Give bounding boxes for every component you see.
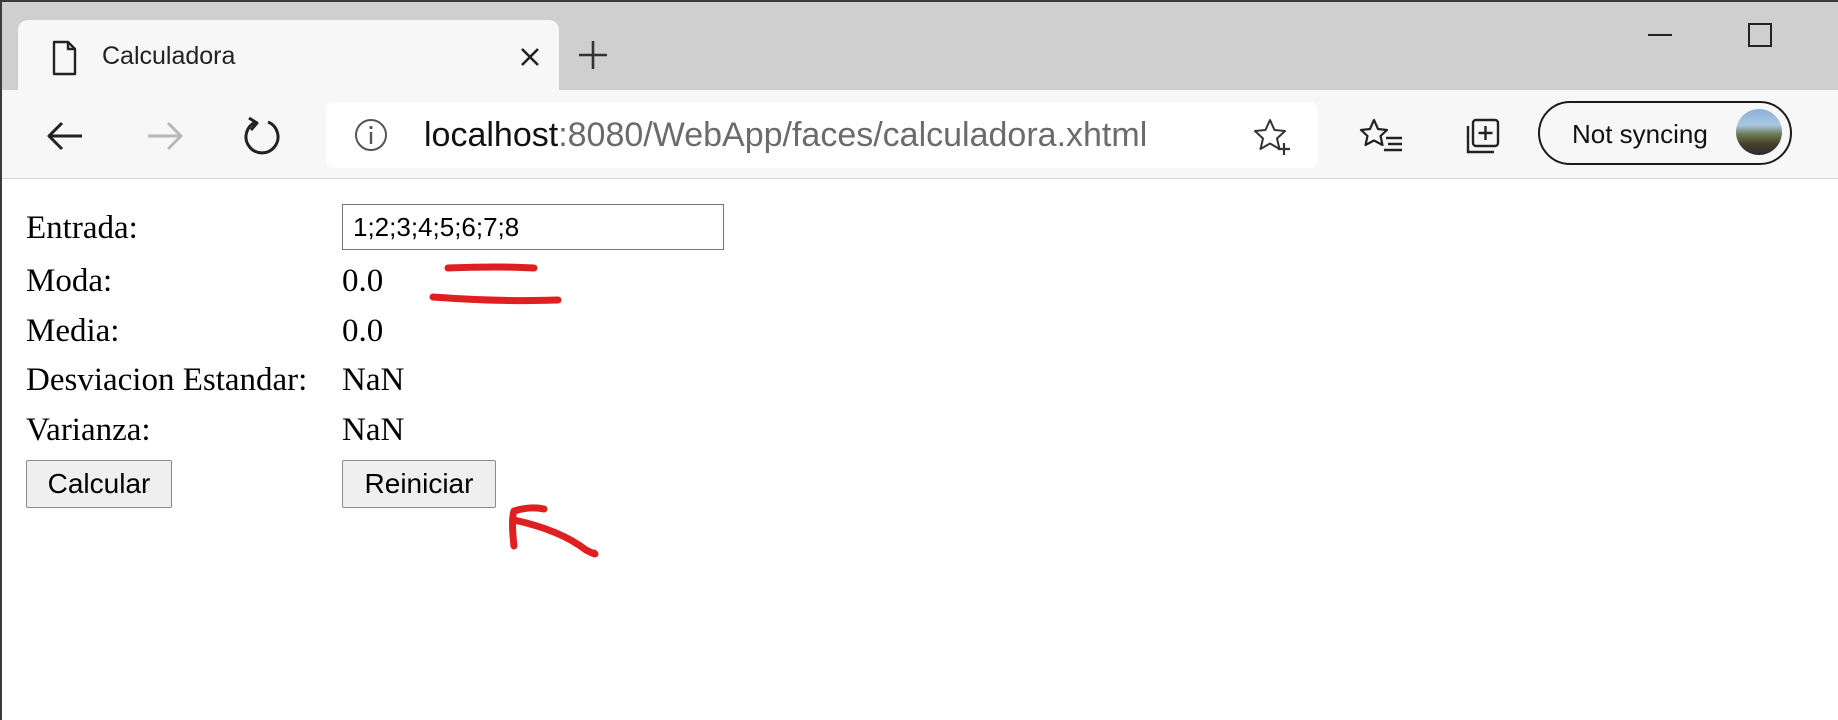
favorites-icon[interactable] bbox=[1358, 112, 1406, 160]
sync-label: Not syncing bbox=[1572, 119, 1708, 149]
url-text[interactable]: localhost:8080/WebApp/faces/calculadora.… bbox=[424, 116, 1147, 154]
calcular-button[interactable]: Calcular bbox=[26, 460, 172, 508]
browser-toolbar: localhost:8080/WebApp/faces/calculadora.… bbox=[0, 90, 1838, 179]
page-content: Entrada: 1;2;3;4;5;6;7;8 Moda: 0.0 Media… bbox=[0, 179, 1838, 720]
desviacion-label: Desviacion Estandar: bbox=[26, 362, 308, 398]
tab-title: Calculadora bbox=[102, 42, 236, 70]
url-host: localhost bbox=[424, 116, 559, 154]
page-icon bbox=[52, 40, 77, 76]
media-value: 0.0 bbox=[342, 313, 384, 349]
entrada-label: Entrada: bbox=[26, 210, 138, 246]
reiniciar-button[interactable]: Reiniciar bbox=[342, 460, 496, 508]
browser-tab[interactable]: Calculadora bbox=[18, 20, 559, 90]
info-icon[interactable] bbox=[354, 118, 388, 152]
avatar bbox=[1736, 109, 1782, 155]
back-arrow-icon[interactable] bbox=[42, 112, 90, 160]
minimize-icon[interactable] bbox=[1640, 18, 1680, 52]
varianza-value: NaN bbox=[342, 412, 405, 448]
add-favorite-icon[interactable] bbox=[1252, 116, 1292, 156]
tab-strip: Calculadora bbox=[0, 0, 1838, 90]
forward-arrow-icon[interactable] bbox=[140, 112, 188, 160]
address-bar[interactable]: localhost:8080/WebApp/faces/calculadora.… bbox=[326, 102, 1318, 168]
collections-icon[interactable] bbox=[1458, 112, 1506, 160]
maximize-icon[interactable] bbox=[1740, 18, 1780, 52]
profile-sync-button[interactable]: Not syncing bbox=[1538, 101, 1792, 165]
moda-label: Moda: bbox=[26, 263, 113, 299]
window-border-top bbox=[0, 0, 1838, 2]
window-border bbox=[0, 0, 2, 720]
entrada-input[interactable]: 1;2;3;4;5;6;7;8 bbox=[342, 204, 724, 250]
refresh-icon[interactable] bbox=[238, 112, 286, 160]
plus-icon[interactable] bbox=[576, 38, 610, 72]
media-label: Media: bbox=[26, 313, 120, 349]
varianza-label: Varianza: bbox=[26, 412, 151, 448]
close-icon[interactable] bbox=[516, 43, 544, 71]
url-path: :8080/WebApp/faces/calculadora.xhtml bbox=[558, 116, 1148, 154]
desviacion-value: NaN bbox=[342, 362, 405, 398]
moda-value: 0.0 bbox=[342, 263, 384, 299]
